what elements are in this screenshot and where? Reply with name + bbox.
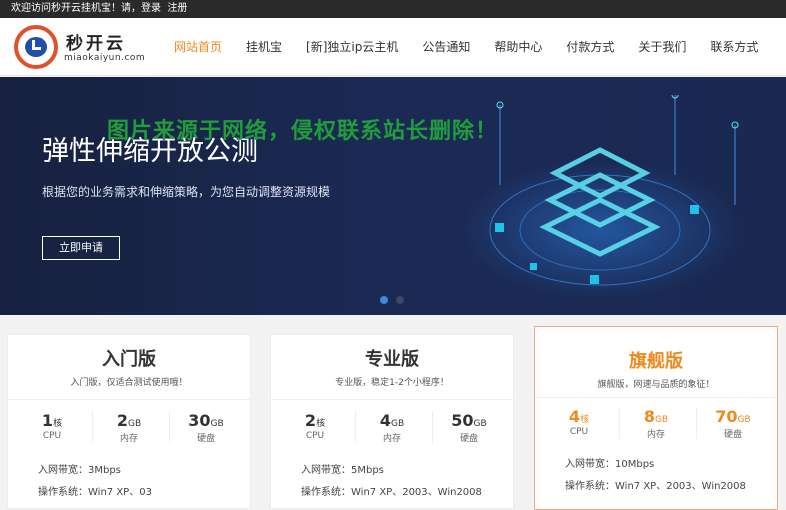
spec-value: 2 (116, 411, 128, 430)
nav-payment[interactable]: 付款方式 (554, 18, 626, 76)
spec-disk: 30GB 硬盘 (170, 411, 242, 444)
logo-text: 秒开云 (66, 34, 126, 54)
spec-value: 4 (568, 407, 581, 426)
plan-bandwidth: 入网带宽：5Mbps (301, 465, 384, 476)
plan-bandwidth: 入网带宽：3Mbps (38, 465, 121, 476)
plan-card-flagship: 旗舰版 旗舰版，网速与品质的象征！ 4核 CPU 8GB 内存 70GB 硬盘 … (534, 326, 778, 510)
login-link[interactable]: 登录 (141, 3, 161, 14)
nav-about[interactable]: 关于我们 (626, 18, 698, 76)
carousel-dots (380, 296, 404, 304)
top-bar: 欢迎访问秒开云挂机宝！请，登录 注册 (0, 0, 786, 18)
spec-unit: GB (737, 415, 751, 425)
hero-banner: 弹性伸缩开放公测 根据您的业务需求和伸缩策略，为您自动调整资源规模 立即申请 图… (0, 77, 786, 315)
spec-label: CPU (42, 431, 62, 441)
nav-cloud-host[interactable]: [新]独立ip云主机 (294, 18, 410, 76)
plan-desc: 旗舰版，网速与品质的象征！ (597, 380, 715, 390)
spec-label: 硬盘 (459, 434, 478, 444)
spec-label: 内存 (646, 430, 665, 440)
watermark-text: 图片来源于网络，侵权联系站长删除！ (107, 119, 499, 144)
plan-name: 旗舰版 (629, 351, 683, 372)
carousel-dot-1[interactable] (380, 296, 388, 304)
spec-cpu: 2核 CPU (279, 411, 351, 441)
clock-cloud-icon (14, 25, 58, 69)
plan-cards: 入门版 入门版，仅适合测试使用哦！ 1核 CPU 2GB 内存 30GB 硬盘 … (0, 316, 786, 510)
divider (535, 397, 777, 398)
nav-hosting[interactable]: 挂机宝 (234, 18, 294, 76)
plan-os: 操作系统：Win7 XP、03 (38, 487, 152, 498)
spec-unit: GB (390, 419, 405, 429)
spec-unit: GB (654, 415, 669, 425)
spec-disk: 50GB 硬盘 (433, 411, 505, 444)
spec-unit: GB (210, 419, 224, 429)
cloud-illustration (460, 95, 740, 300)
divider (8, 399, 250, 400)
spec-value: 8 (643, 407, 655, 426)
spec-label: CPU (305, 431, 325, 441)
main-nav: 网站首页 挂机宝 [新]独立ip云主机 公告通知 帮助中心 付款方式 关于我们 … (162, 18, 770, 76)
welcome-text: 欢迎访问秒开云挂机宝！请， (11, 3, 141, 14)
spec-label: 内存 (119, 434, 138, 444)
nav-announcements[interactable]: 公告通知 (410, 18, 482, 76)
logo[interactable]: 秒开云 miaokaiyun.com (14, 25, 154, 69)
spec-value: 30 (188, 411, 211, 430)
register-link[interactable]: 注册 (167, 3, 187, 14)
spec-memory: 8GB 内存 (620, 407, 692, 440)
spec-label: 内存 (382, 434, 401, 444)
divider (271, 399, 513, 400)
plan-name: 专业版 (365, 349, 419, 370)
spec-value: 70 (715, 407, 738, 426)
spec-unit: 核 (580, 415, 590, 425)
nav-contact[interactable]: 联系方式 (698, 18, 770, 76)
site-header: 秒开云 miaokaiyun.com 网站首页 挂机宝 [新]独立ip云主机 公… (0, 18, 786, 76)
spec-unit: GB (473, 419, 487, 429)
carousel-dot-2[interactable] (396, 296, 404, 304)
nav-home[interactable]: 网站首页 (162, 18, 234, 76)
apply-button[interactable]: 立即申请 (42, 236, 120, 260)
spec-value: 1 (41, 411, 54, 430)
banner-subtitle: 根据您的业务需求和伸缩策略，为您自动调整资源规模 (42, 185, 331, 199)
spec-value: 2 (304, 411, 317, 430)
plan-card-basic: 入门版 入门版，仅适合测试使用哦！ 1核 CPU 2GB 内存 30GB 硬盘 … (7, 334, 251, 509)
plan-desc: 专业版，稳定1-2个小程序！ (335, 378, 449, 388)
spec-unit: GB (127, 419, 142, 429)
spec-unit: 核 (316, 419, 326, 429)
logo-domain: miaokaiyun.com (64, 53, 146, 63)
spec-label: 硬盘 (196, 434, 215, 444)
spec-label: CPU (569, 427, 589, 437)
spec-memory: 2GB 内存 (93, 411, 165, 444)
plan-os: 操作系统：Win7 XP、2003、Win2008 (301, 487, 482, 498)
spec-memory: 4GB 内存 (356, 411, 428, 444)
spec-cpu: 1核 CPU (16, 411, 88, 441)
spec-unit: 核 (53, 419, 63, 429)
plan-desc: 入门版，仅适合测试使用哦！ (70, 378, 188, 388)
plan-bandwidth: 入网带宽：10Mbps (565, 459, 655, 470)
plan-os: 操作系统：Win7 XP、2003、Win2008 (565, 481, 746, 492)
spec-label: 硬盘 (723, 430, 742, 440)
nav-help[interactable]: 帮助中心 (482, 18, 554, 76)
plan-card-pro: 专业版 专业版，稳定1-2个小程序！ 2核 CPU 4GB 内存 50GB 硬盘… (270, 334, 514, 509)
spec-cpu: 4核 CPU (543, 407, 615, 437)
spec-value: 4 (379, 411, 391, 430)
plan-name: 入门版 (102, 349, 156, 370)
spec-disk: 70GB 硬盘 (697, 407, 769, 440)
spec-value: 50 (451, 411, 474, 430)
